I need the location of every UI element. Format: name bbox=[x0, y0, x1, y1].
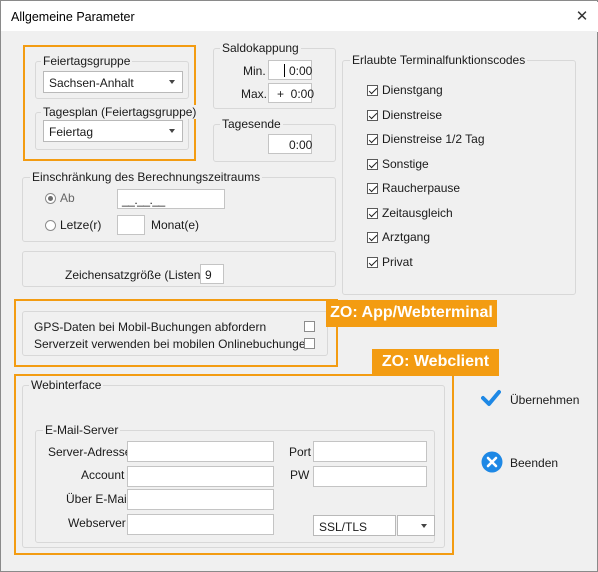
letzte-label: Letze(r) bbox=[60, 218, 102, 232]
gps-label: GPS-Daten bei Mobil-Buchungen abfordern bbox=[34, 320, 267, 334]
terminal-item-label: Dienstreise bbox=[382, 108, 443, 122]
terminal-item-dienstreise-halbtag[interactable]: Dienstreise 1/2 Tag bbox=[367, 131, 557, 147]
ssl-secondary-select[interactable] bbox=[397, 515, 435, 536]
feiertagsgruppe-select[interactable]: Sachsen-Anhalt bbox=[43, 71, 183, 93]
pw-input[interactable] bbox=[313, 466, 427, 487]
feiertagsgruppe-value: Sachsen-Anhalt bbox=[49, 76, 134, 90]
callout-app-webterminal: ZO: App/Webterminal bbox=[326, 300, 497, 327]
einschraenkung-group bbox=[22, 177, 336, 242]
min-value: 0:00 bbox=[289, 64, 313, 78]
beenden-label: Beenden bbox=[510, 456, 559, 470]
port-label: Port bbox=[289, 445, 312, 459]
checkbox[interactable] bbox=[367, 134, 378, 145]
webserver-label: Webserver bbox=[68, 516, 126, 530]
tagesende-input[interactable]: 0:00 bbox=[268, 134, 312, 154]
account-label: Account bbox=[81, 468, 125, 482]
checkbox[interactable] bbox=[367, 159, 378, 170]
ab-radio[interactable] bbox=[45, 193, 56, 204]
webserver-input[interactable] bbox=[127, 514, 274, 535]
ssl-select[interactable]: SSL/TLS bbox=[313, 515, 396, 536]
ueber-email-input[interactable] bbox=[127, 489, 274, 510]
max-label: Max. bbox=[241, 87, 268, 101]
checkbox[interactable] bbox=[367, 85, 378, 96]
server-address-label: Server-Adresse bbox=[48, 445, 132, 459]
port-input[interactable] bbox=[313, 441, 427, 462]
text-cursor bbox=[284, 64, 285, 77]
gps-checkbox[interactable] bbox=[304, 321, 315, 332]
terminal-item-sonstige[interactable]: Sonstige bbox=[367, 156, 557, 172]
terminal-item-zeitausgleich[interactable]: Zeitausgleich bbox=[367, 205, 557, 221]
tagesende-label: Tagesende bbox=[220, 117, 283, 131]
account-input[interactable] bbox=[127, 466, 274, 487]
checkmark-icon bbox=[481, 390, 501, 406]
checkbox[interactable] bbox=[367, 257, 378, 268]
chevron-down-icon bbox=[421, 524, 427, 528]
cancel-icon bbox=[481, 451, 503, 473]
terminal-item-label: Dienstgang bbox=[382, 83, 443, 97]
terminal-list: Dienstgang Dienstreise Dienstreise 1/2 T… bbox=[367, 82, 567, 282]
zeichensatz-value: 9 bbox=[205, 268, 212, 282]
terminal-label: Erlaubte Terminalfunktionscodes bbox=[350, 53, 528, 67]
zeichensatz-label: Zeichensatzgröße (Listen) bbox=[65, 268, 205, 282]
terminal-item-dienstreise[interactable]: Dienstreise bbox=[367, 107, 557, 123]
terminal-item-label: Arztgang bbox=[382, 230, 431, 244]
max-input[interactable]: + 0:00 bbox=[268, 83, 315, 103]
terminal-item-arztgang[interactable]: Arztgang bbox=[367, 229, 557, 245]
terminal-item-label: Raucherpause bbox=[382, 181, 461, 195]
webinterface-label: Webinterface bbox=[29, 378, 104, 392]
terminal-item-label: Zeitausgleich bbox=[382, 206, 453, 220]
tagesplan-label: Tagesplan (Feiertagsgruppe) bbox=[41, 105, 199, 119]
callout-webclient: ZO: Webclient bbox=[372, 349, 499, 376]
server-address-input[interactable] bbox=[127, 441, 274, 462]
min-input[interactable]: 0:00 bbox=[268, 60, 312, 80]
pw-label: PW bbox=[290, 468, 310, 482]
terminal-item-privat[interactable]: Privat bbox=[367, 254, 557, 270]
tagesplan-value: Feiertag bbox=[49, 125, 94, 139]
window-title: Allgemeine Parameter bbox=[11, 10, 135, 24]
checkbox[interactable] bbox=[367, 208, 378, 219]
tagesplan-select[interactable]: Feiertag bbox=[43, 120, 183, 142]
terminal-item-label: Privat bbox=[382, 255, 413, 269]
min-label: Min. bbox=[243, 64, 266, 78]
monat-label: Monat(e) bbox=[151, 218, 200, 232]
letzte-input[interactable] bbox=[117, 215, 145, 235]
einschraenkung-label: Einschränkung des Berechnungszeitraums bbox=[30, 170, 263, 184]
ssl-value: SSL/TLS bbox=[319, 520, 368, 534]
serverzeit-label: Serverzeit verwenden bei mobilen Onlineb… bbox=[34, 337, 313, 351]
ab-date-input[interactable]: __.__.__ bbox=[117, 189, 225, 209]
max-value: + 0:00 bbox=[277, 87, 315, 101]
dialog-client-area: Feiertagsgruppe Sachsen-Anhalt Tagesplan… bbox=[1, 31, 597, 571]
email-server-label: E-Mail-Server bbox=[43, 423, 121, 437]
checkbox[interactable] bbox=[367, 232, 378, 243]
terminal-item-label: Dienstreise 1/2 Tag bbox=[382, 132, 485, 146]
ab-date-value: __.__.__ bbox=[122, 193, 165, 207]
uebernehmen-label: Übernehmen bbox=[510, 393, 580, 407]
uebernehmen-button[interactable]: Übernehmen bbox=[479, 386, 591, 412]
checkbox[interactable] bbox=[367, 183, 378, 194]
tagesende-value: 0:00 bbox=[289, 138, 313, 152]
terminal-item-raucherpause[interactable]: Raucherpause bbox=[367, 180, 557, 196]
feiertagsgruppe-label: Feiertagsgruppe bbox=[41, 54, 133, 68]
chevron-down-icon bbox=[169, 80, 175, 84]
close-icon[interactable]: ✕ bbox=[572, 7, 592, 27]
terminal-item-dienstgang[interactable]: Dienstgang bbox=[367, 82, 557, 98]
chevron-down-icon bbox=[169, 129, 175, 133]
serverzeit-checkbox[interactable] bbox=[304, 338, 315, 349]
saldokappung-label: Saldokappung bbox=[220, 41, 301, 55]
ab-label: Ab bbox=[60, 191, 75, 205]
beenden-button[interactable]: Beenden bbox=[479, 449, 591, 475]
terminal-item-label: Sonstige bbox=[382, 157, 429, 171]
checkbox[interactable] bbox=[367, 110, 378, 121]
title-bar: Allgemeine Parameter ✕ bbox=[2, 2, 598, 32]
letzte-radio[interactable] bbox=[45, 220, 56, 231]
zeichensatz-input[interactable]: 9 bbox=[200, 264, 224, 284]
ueber-email-label: Über E-Mail bbox=[66, 492, 130, 506]
